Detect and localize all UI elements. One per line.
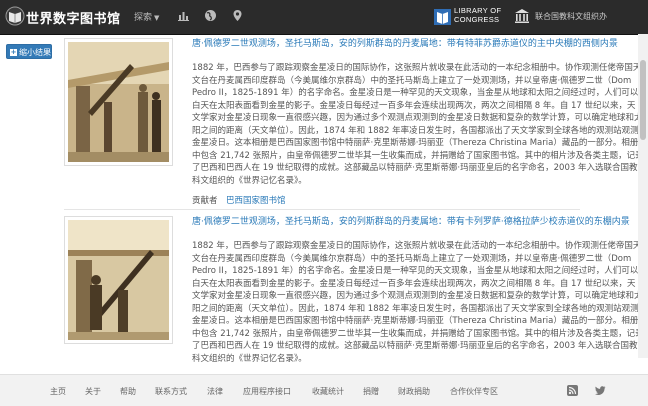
site-title[interactable]: 世界数字图书馆	[26, 8, 121, 27]
footer-link-help[interactable]: 帮助	[120, 386, 136, 397]
loc-line2: CONGRESS	[454, 14, 500, 24]
unesco-temple-logo[interactable]	[514, 8, 530, 24]
collapse-label: 缩小结果	[19, 48, 51, 57]
map-marker-icon[interactable]	[231, 9, 244, 22]
chevron-down-icon: ▼	[154, 14, 160, 22]
result-description: 1882 年，巴西参与了跟踪观察金星凌日的国际协作，这张照片就收录在此活动的一本…	[192, 241, 644, 364]
bar-chart-icon[interactable]	[177, 9, 190, 22]
footer-link-api[interactable]: 应用程序接口	[243, 386, 291, 397]
footer-link-financial-support[interactable]: 财政捐助	[398, 386, 430, 397]
footer-link-collection-stats[interactable]: 收藏统计	[312, 386, 344, 397]
observatory-photo-thumbnail	[68, 220, 169, 340]
globe-book-logo[interactable]	[5, 6, 25, 26]
plus-icon: +	[10, 48, 17, 56]
footer: 主页 关于 帮助 联系方式 法律 应用程序接口 收藏统计 捐赠 财政捐助 合作伙…	[0, 374, 648, 406]
footer-link-contact[interactable]: 联系方式	[155, 386, 187, 397]
footer-link-donate[interactable]: 捐赠	[363, 386, 379, 397]
result-description: 1882 年，巴西参与了跟踪观察金星凌日的国际协作，这张照片就收录在此活动的一本…	[192, 63, 644, 186]
footer-link-about[interactable]: 关于	[85, 386, 101, 397]
twitter-icon[interactable]	[595, 385, 606, 396]
result-divider	[64, 209, 580, 210]
globe-icon[interactable]	[204, 9, 217, 22]
rss-icon[interactable]	[567, 385, 578, 396]
footer-link-home[interactable]: 主页	[50, 386, 66, 397]
result-thumbnail[interactable]	[64, 216, 173, 344]
unesco-label[interactable]: 联合国教科文组织办	[535, 11, 607, 22]
footer-link-legal[interactable]: 法律	[207, 386, 223, 397]
top-navbar: 世界数字图书馆 探索 ▼ LIBRARY OF CONGRESS 联合国教科文组织…	[0, 0, 648, 35]
observatory-photo-thumbnail	[68, 42, 169, 162]
result-title-link[interactable]: 唐·佩德罗二世观测场，圣托马斯岛，安的列斯群岛的丹麦属地：带有卡列罗萨·德格拉萨…	[192, 216, 644, 229]
result-thumbnail[interactable]	[64, 38, 173, 166]
collapse-results-button[interactable]: + 缩小结果	[6, 44, 52, 59]
scrollbar-thumb[interactable]	[640, 60, 646, 140]
contributor-link[interactable]: 巴西国家图书馆	[226, 196, 286, 206]
explore-menu[interactable]: 探索 ▼	[134, 10, 159, 23]
result-title-link[interactable]: 唐·佩德罗二世观测场，圣托马斯岛，安的列斯群岛的丹麦属地：带有特菲苏爵赤道仪的主…	[192, 38, 644, 51]
contributor-label: 贡献者	[192, 196, 218, 206]
result-contributor: 贡献者 巴西国家图书馆	[192, 194, 286, 206]
footer-link-partners[interactable]: 合作伙伴专区	[450, 386, 498, 397]
explore-label: 探索	[134, 13, 153, 23]
loc-wordmark: LIBRARY OF CONGRESS	[454, 6, 501, 24]
